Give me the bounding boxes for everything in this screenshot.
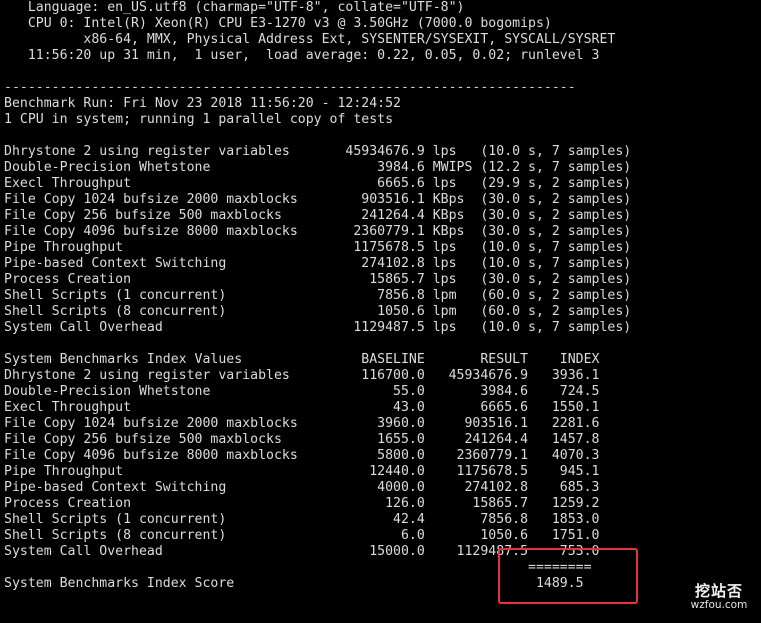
result-row-whetstone: Double-Precision Whetstone 3984.6 MWIPS … xyxy=(4,160,632,175)
result-row-context-switching: Pipe-based Context Switching 274102.8 lp… xyxy=(4,256,632,271)
terminal-line-cpu-flags: x86-64, MMX, Physical Address Ext, SYSEN… xyxy=(4,32,616,47)
result-row-filecopy-256: File Copy 256 bufsize 500 maxblocks 2412… xyxy=(4,208,632,223)
index-row-context-switching: Pipe-based Context Switching 4000.0 2741… xyxy=(4,480,600,495)
cpu-count-line: 1 CPU in system; running 1 parallel copy… xyxy=(4,112,394,127)
result-row-shell-1: Shell Scripts (1 concurrent) 7856.8 lpm … xyxy=(4,288,632,303)
index-row-filecopy-256: File Copy 256 bufsize 500 maxblocks 1655… xyxy=(4,432,600,447)
result-row-dhrystone: Dhrystone 2 using register variables 459… xyxy=(4,144,632,159)
watermark-logo: 挖站否 xyxy=(694,582,743,600)
result-row-filecopy-1024: File Copy 1024 bufsize 2000 maxblocks 90… xyxy=(4,192,632,207)
benchmark-run-line: Benchmark Run: Fri Nov 23 2018 11:56:20 … xyxy=(4,96,401,111)
index-values-header: System Benchmarks Index Values BASELINE … xyxy=(4,352,600,367)
score-highlight-box xyxy=(498,548,638,604)
result-row-shell-8: Shell Scripts (8 concurrent) 1050.6 lpm … xyxy=(4,304,632,319)
index-row-dhrystone: Dhrystone 2 using register variables 116… xyxy=(4,368,600,383)
index-row-whetstone: Double-Precision Whetstone 55.0 3984.6 7… xyxy=(4,384,600,399)
terminal-line-uptime: 11:56:20 up 31 min, 1 user, load average… xyxy=(4,48,600,63)
watermark-url: wzfou.com xyxy=(690,599,748,611)
terminal-line-cpu: CPU 0: Intel(R) Xeon(R) CPU E3-1270 v3 @… xyxy=(4,16,552,31)
result-row-syscall: System Call Overhead 1129487.5 lps (10.0… xyxy=(4,320,632,335)
index-row-filecopy-4096: File Copy 4096 bufsize 8000 maxblocks 58… xyxy=(4,448,600,463)
terminal-line-language: Language: en_US.utf8 (charmap="UTF-8", c… xyxy=(4,0,465,15)
result-row-process-creation: Process Creation 15865.7 lps (30.0 s, 2 … xyxy=(4,272,632,287)
index-row-filecopy-1024: File Copy 1024 bufsize 2000 maxblocks 39… xyxy=(4,416,600,431)
index-row-shell-1: Shell Scripts (1 concurrent) 42.4 7856.8… xyxy=(4,512,600,527)
index-row-pipe-throughput: Pipe Throughput 12440.0 1175678.5 945.1 xyxy=(4,464,600,479)
index-score-line: System Benchmarks Index Score 1489.5 xyxy=(4,576,584,591)
result-row-execl: Execl Throughput 6665.6 lps (29.9 s, 2 s… xyxy=(4,176,632,191)
index-row-shell-8: Shell Scripts (8 concurrent) 6.0 1050.6 … xyxy=(4,528,600,543)
index-row-process-creation: Process Creation 126.0 15865.7 1259.2 xyxy=(4,496,600,511)
watermark: 挖站否 wzfou.com xyxy=(688,580,750,616)
result-row-pipe-throughput: Pipe Throughput 1175678.5 lps (10.0 s, 7… xyxy=(4,240,632,255)
result-row-filecopy-4096: File Copy 4096 bufsize 8000 maxblocks 23… xyxy=(4,224,632,239)
index-row-execl: Execl Throughput 43.0 6665.6 1550.1 xyxy=(4,400,600,415)
terminal-window[interactable]: Language: en_US.utf8 (charmap="UTF-8", c… xyxy=(0,0,761,623)
terminal-separator: ----------------------------------------… xyxy=(4,80,576,95)
